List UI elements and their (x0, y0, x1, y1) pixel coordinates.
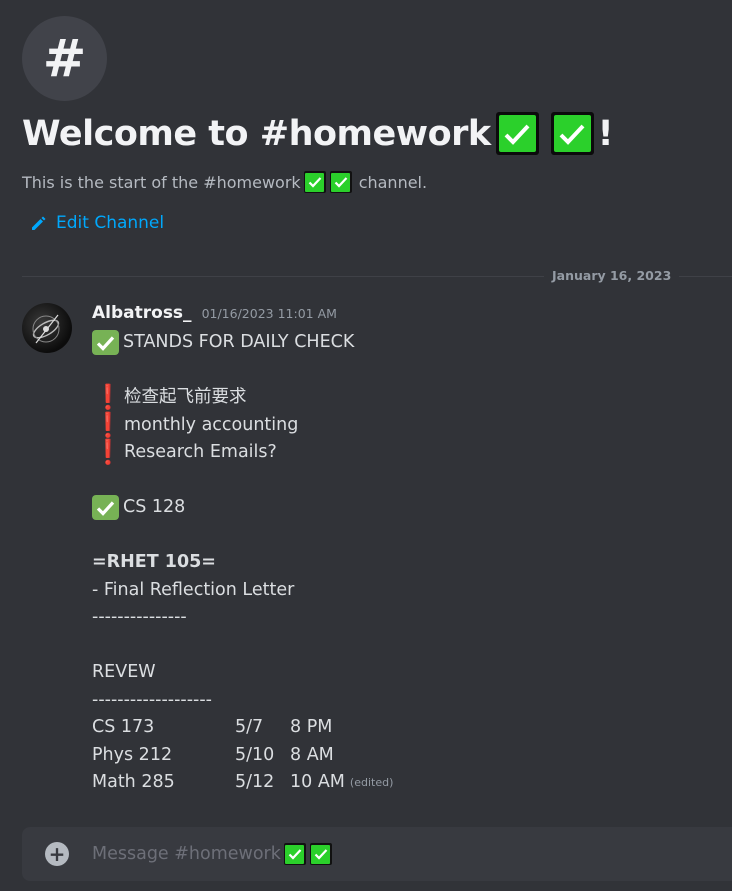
welcome-text: Welcome to #homework (22, 113, 491, 154)
message-line: CS 128 (92, 494, 393, 522)
avatar[interactable] (22, 303, 72, 353)
message-line: ❗ monthly accounting (92, 410, 393, 440)
subtitle-suffix: channel. (358, 172, 428, 192)
review-time: 8 PM (290, 717, 333, 737)
todo-item: 检查起飞前要求 (124, 387, 247, 407)
review-course: Phys 212 (92, 744, 173, 765)
message-composer: + Message #homework (22, 827, 732, 881)
check-mark-icon (92, 495, 119, 521)
welcome-exclaim: ! (597, 113, 614, 154)
channel-hash-symbol: # (42, 28, 87, 89)
message-placeholder: Message #homework (92, 844, 281, 864)
check-mark-icon (303, 171, 326, 193)
pencil-icon (30, 215, 47, 232)
review-row: CS 173 5/7 8 PM (92, 714, 393, 742)
review-date: 5/7 (235, 717, 264, 737)
rhet-rule: --------------- (92, 607, 187, 627)
review-row: Phys 212 5/10 8 AM (92, 742, 393, 770)
done-item: CS 128 (123, 497, 186, 517)
edit-channel-button[interactable]: Edit Channel (30, 213, 164, 233)
message-timestamp[interactable]: 01/16/2023 11:01 AM (202, 306, 337, 321)
subtitle-text: This is the start of the #homework (22, 172, 301, 192)
review-date: 5/12 (235, 772, 275, 792)
check-mark-icon (550, 112, 594, 155)
check-mark-icon (495, 112, 539, 155)
welcome-heading: Welcome to #homework ! (22, 112, 614, 155)
date-divider-label: January 16, 2023 (544, 268, 680, 283)
gyroscope-avatar-icon (32, 314, 60, 344)
check-mark-icon (329, 171, 352, 193)
review-heading: REVEW (92, 662, 156, 682)
review-course: Math 285 (92, 772, 175, 792)
message-line: ❗ 检查起飞前要求 (92, 383, 393, 412)
review-time: 8 AM (290, 744, 334, 765)
review-rule: ------------------- (92, 689, 212, 710)
review-date: 5/10 (235, 744, 275, 765)
review-course: CS 173 (92, 717, 155, 737)
message-header: Albatross_ 01/16/2023 11:01 AM (92, 303, 337, 323)
review-row: Math 285 5/12 10 AM (edited) (92, 769, 393, 797)
plus-circle-icon[interactable]: + (45, 842, 69, 866)
rhet-item: - Final Reflection Letter (92, 579, 295, 600)
rhet-heading: =RHET 105= (92, 552, 216, 572)
daily-check-text: STANDS FOR DAILY CHECK (123, 332, 355, 352)
message-line: STANDS FOR DAILY CHECK (92, 329, 393, 357)
username[interactable]: Albatross_ (92, 303, 192, 323)
todo-item: Research Emails? (124, 442, 277, 462)
exclamation-icon: ❗ (93, 410, 123, 439)
edited-label: (edited) (349, 776, 394, 789)
channel-hash-icon: # (22, 16, 107, 101)
check-mark-icon (92, 330, 119, 356)
exclamation-icon: ❗ (93, 383, 123, 411)
edit-channel-label: Edit Channel (56, 213, 165, 233)
message-content: STANDS FOR DAILY CHECK ❗ 检查起飞前要求 ❗ month… (92, 329, 393, 797)
check-mark-icon (309, 843, 332, 865)
message-input[interactable]: Message #homework (92, 843, 333, 865)
check-mark-icon (283, 843, 306, 865)
message-line: ❗ Research Emails? (92, 438, 393, 467)
review-time: 10 AM (290, 772, 345, 792)
channel-start-text: This is the start of the #homework chann… (22, 171, 427, 193)
exclamation-icon: ❗ (93, 438, 123, 466)
todo-item: monthly accounting (124, 414, 299, 435)
